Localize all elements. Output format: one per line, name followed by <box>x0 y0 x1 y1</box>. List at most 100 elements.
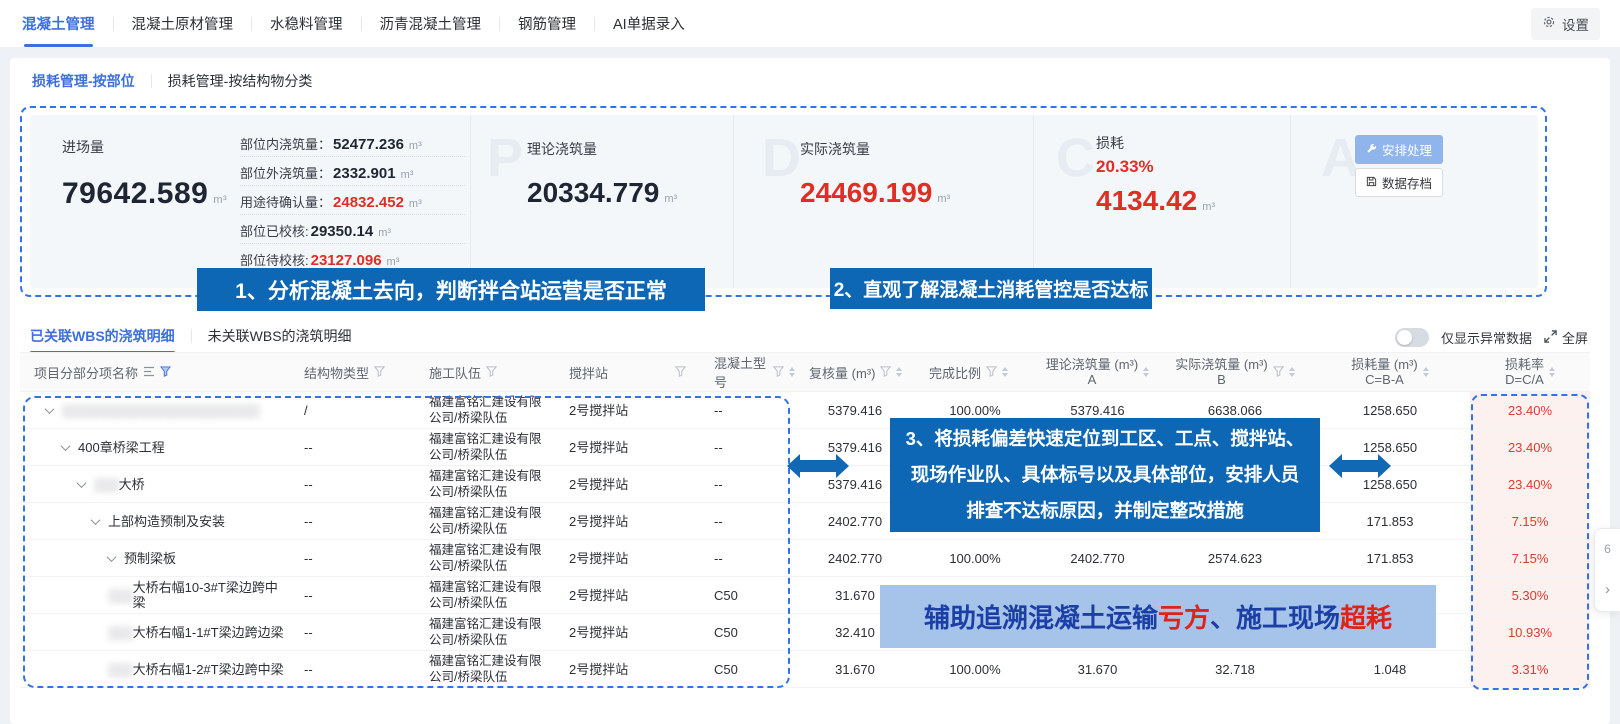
tab-wbs-linked-details[interactable]: 已关联WBS的浇筑明细 <box>30 326 175 346</box>
structure-type-cell: -- <box>290 662 415 677</box>
col-header-actual-quantity[interactable]: 实际浇筑量 (m³)B <box>1160 357 1310 387</box>
filter-icon[interactable] <box>773 365 784 380</box>
table-row[interactable]: ▒▒▒大桥右幅1-2#T梁边跨中梁 -- 福建富铭汇建设有限公司/桥梁队伍 2号… <box>20 651 1590 688</box>
project-name-cell[interactable]: ▒▒▒大桥右幅1-2#T梁边跨中梁 <box>20 662 290 677</box>
filter-icon[interactable] <box>374 365 385 380</box>
pct-cell: 100.00% <box>915 551 1035 566</box>
project-name-cell[interactable]: 预制梁板 <box>20 551 290 566</box>
substat-value: 2332.901 <box>333 165 396 182</box>
team-cell: 福建富铭汇建设有限公司/桥梁队伍 <box>415 468 555 500</box>
abnormal-only-toggle[interactable] <box>1395 328 1429 347</box>
project-name-cell[interactable]: ▒▒▒大桥 <box>20 477 290 492</box>
sort-icon[interactable] <box>1423 367 1429 377</box>
project-name-cell[interactable]: ▒▒▒大桥右幅10-3#T梁边跨中梁 <box>20 580 290 610</box>
sort-icon[interactable] <box>1549 367 1555 377</box>
stats-card: 进场量 79642.589m³ 部位内浇筑量：52477.236m³ 部位外浇筑… <box>30 115 1538 288</box>
tree-list-icon[interactable] <box>143 365 155 380</box>
chevron-down-icon[interactable] <box>45 404 55 414</box>
chevron-right-icon[interactable]: › <box>1605 581 1610 598</box>
structure-type-cell: -- <box>290 477 415 492</box>
substat-label: 部位已校核: <box>240 221 309 240</box>
fullscreen-button[interactable]: 全屏 <box>1544 328 1588 347</box>
grade-cell: -- <box>700 403 795 418</box>
actual-cell: 32.718 <box>1160 662 1310 677</box>
grade-cell: C50 <box>700 662 795 677</box>
team-cell: 福建富铭汇建设有限公司/桥梁队伍 <box>415 579 555 611</box>
filter-icon[interactable] <box>1273 365 1284 380</box>
sort-icon[interactable] <box>1143 367 1149 377</box>
filter-icon[interactable] <box>880 365 891 380</box>
col-header-mixing-station[interactable]: 搅拌站 <box>555 363 700 382</box>
redacted-name: ▒▒▒▒▒▒▒▒▒▒▒▒▒▒▒▒▒▒▒▒▒▒▒▒ <box>62 403 259 418</box>
actual-cell: 6638.066 <box>1160 403 1310 418</box>
grade-cell: -- <box>700 551 795 566</box>
arrange-label: 安排处理 <box>1382 140 1432 159</box>
tab-wbs-unlinked-details[interactable]: 未关联WBS的浇筑明细 <box>208 326 352 346</box>
project-name-cell[interactable]: ▒▒▒▒▒▒▒▒▒▒▒▒▒▒▒▒▒▒▒▒▒▒▒▒ <box>20 403 290 418</box>
team-cell: 福建富铭汇建设有限公司/桥梁队伍 <box>415 394 555 426</box>
substat-label: 部位待校核: <box>240 250 309 269</box>
substat-value: 23127.096 <box>311 252 382 269</box>
col-header-loss-quantity[interactable]: 损耗量 (m³)C=B-A <box>1310 357 1470 387</box>
arrange-handle-button[interactable]: 安排处理 <box>1355 135 1443 164</box>
gear-icon <box>1542 15 1556 32</box>
col-header-completion-ratio[interactable]: 完成比例 <box>915 363 1035 382</box>
col-header-construction-team[interactable]: 施工队伍 <box>415 363 555 382</box>
subtab-loss-by-part[interactable]: 损耗管理-按部位 <box>32 71 135 91</box>
col-header-theoretical-quantity[interactable]: 理论浇筑量 (m³)A <box>1035 357 1160 387</box>
project-name-cell[interactable]: 上部构造预制及安装 <box>20 514 290 529</box>
col-header-review-quantity[interactable]: 复核量 (m³) <box>795 363 915 382</box>
tab-water-stable-material[interactable]: 水稳料管理 <box>268 13 345 34</box>
table-row[interactable]: ▒▒▒▒▒▒▒▒▒▒▒▒▒▒▒▒▒▒▒▒▒▒▒▒ / 福建富铭汇建设有限公司/桥… <box>20 392 1590 429</box>
col-header-loss-rate[interactable]: 损耗率D=C/A <box>1470 357 1590 387</box>
sort-icon[interactable] <box>1289 367 1295 377</box>
annotation-highlight: 亏方 <box>1158 598 1210 635</box>
tab-concrete-management[interactable]: 混凝土管理 <box>20 13 97 34</box>
loss-rate-cell: 7.15% <box>1470 503 1590 539</box>
loss-cell: 1.048 <box>1310 662 1470 677</box>
station-cell: 2号搅拌站 <box>555 440 700 455</box>
grade-cell: -- <box>700 514 795 529</box>
team-cell: 福建富铭汇建设有限公司/桥梁队伍 <box>415 542 555 574</box>
table-row[interactable]: 预制梁板 -- 福建富铭汇建设有限公司/桥梁队伍 2号搅拌站 -- 2402.7… <box>20 540 1590 577</box>
sort-icon[interactable] <box>896 367 902 377</box>
table-row[interactable]: 上部构造预制及安装 -- 福建富铭汇建设有限公司/桥梁队伍 2号搅拌站 -- 2… <box>20 503 1590 540</box>
filter-icon[interactable] <box>486 365 497 380</box>
loss-rate-cell: 23.40% <box>1470 466 1590 502</box>
chevron-down-icon[interactable] <box>77 478 87 488</box>
col-header-concrete-grade[interactable]: 混凝土型号 <box>700 353 795 391</box>
annotation-banner-3: 3、将损耗偏差快速定位到工区、工点、搅拌站、 现场作业队、具体标号以及具体部位，… <box>890 418 1320 532</box>
tab-concrete-raw-material[interactable]: 混凝土原材管理 <box>130 13 236 34</box>
tab-asphalt-concrete[interactable]: 沥青混凝土管理 <box>378 13 484 34</box>
project-name-cell[interactable]: 400章桥梁工程 <box>20 440 290 455</box>
wrench-icon <box>1366 143 1377 157</box>
loss-rate-cell: 23.40% <box>1470 429 1590 465</box>
station-cell: 2号搅拌站 <box>555 514 700 529</box>
settings-button[interactable]: 设置 <box>1531 8 1600 40</box>
sort-icon[interactable] <box>1002 367 1008 377</box>
col-header-project-name[interactable]: 项目分部分项名称 <box>20 363 290 382</box>
data-archive-button[interactable]: 数据存档 <box>1355 168 1443 197</box>
filter-icon[interactable] <box>675 365 686 380</box>
theo-cell: 2402.770 <box>1035 551 1160 566</box>
filter-icon[interactable] <box>160 365 171 380</box>
scroll-flyout[interactable]: 6 › <box>1594 528 1620 612</box>
project-name: 大桥右幅10-3#T梁边跨中梁 <box>133 580 290 610</box>
col-header-structure-type[interactable]: 结构物类型 <box>290 363 415 382</box>
project-name: 大桥右幅1-2#T梁边跨中梁 <box>133 662 284 677</box>
project-name-cell[interactable]: ▒▒▒大桥右幅1-1#T梁边跨边梁 <box>20 625 290 640</box>
pct-cell: 100.00% <box>915 403 1035 418</box>
chevron-down-icon[interactable] <box>91 515 101 525</box>
chevron-down-icon[interactable] <box>107 552 117 562</box>
subtab-loss-by-structure[interactable]: 损耗管理-按结构物分类 <box>168 71 313 91</box>
substat-unit: m³ <box>378 227 391 239</box>
loss-unit: m³ <box>1202 201 1215 213</box>
chevron-down-icon[interactable] <box>61 441 71 451</box>
loss-rate-cell: 7.15% <box>1470 540 1590 576</box>
tab-ai-document-entry[interactable]: AI单据录入 <box>611 13 687 34</box>
filter-icon[interactable] <box>986 365 997 380</box>
station-cell: 2号搅拌站 <box>555 477 700 492</box>
col-label: 搅拌站 <box>569 363 608 382</box>
tab-rebar-management[interactable]: 钢筋管理 <box>516 13 578 34</box>
grade-cell: C50 <box>700 588 795 603</box>
